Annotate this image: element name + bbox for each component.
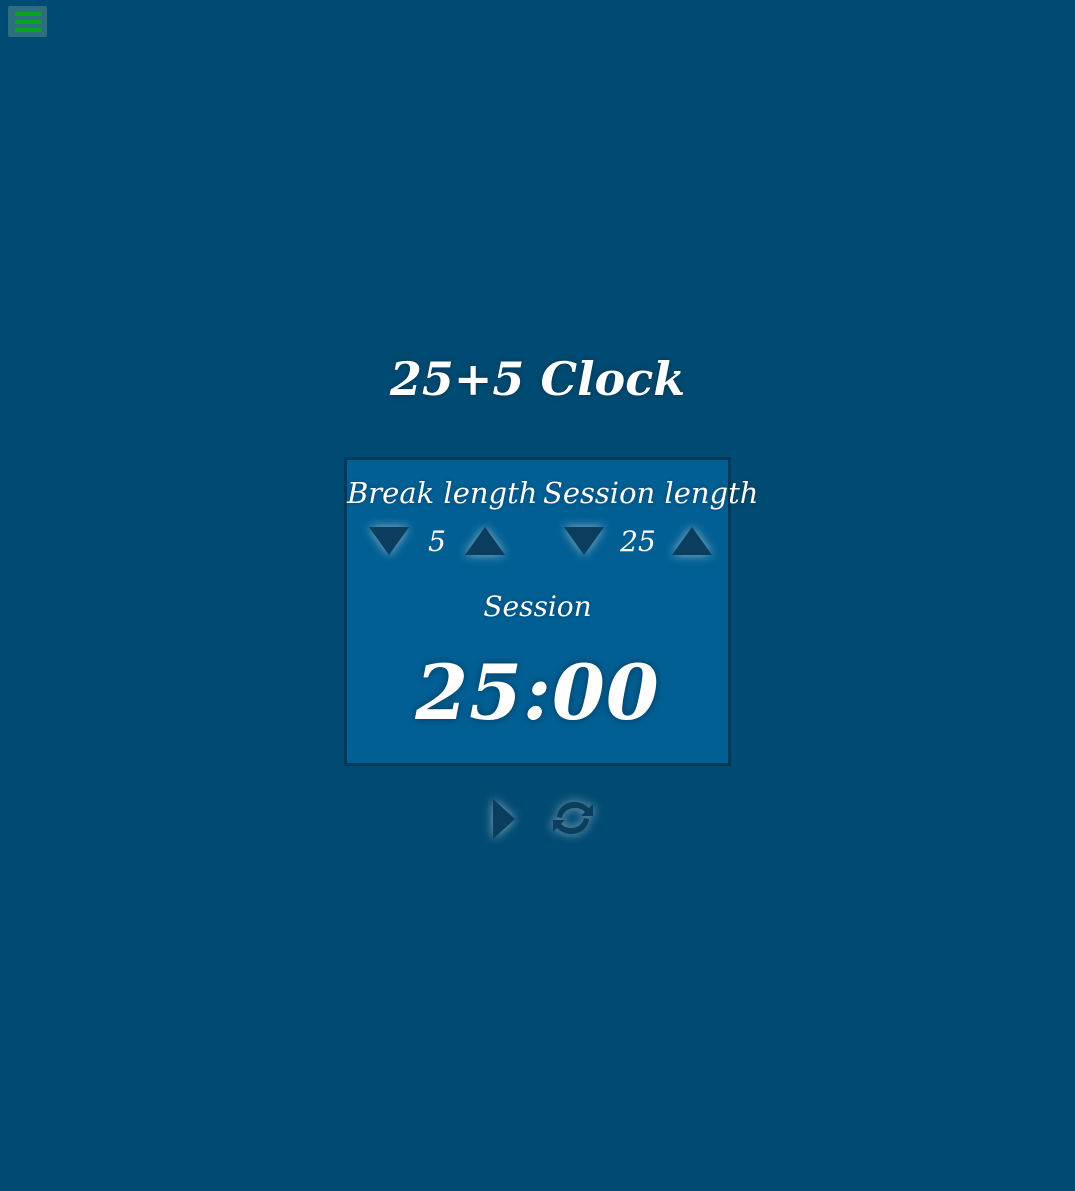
page-title: 25+5 Clock: [389, 352, 686, 406]
triangle-down-icon: [369, 527, 409, 555]
triangle-up-icon: [465, 527, 505, 555]
triangle-up-icon: [671, 527, 712, 555]
hamburger-menu-icon-bar-2: [14, 19, 41, 24]
menu-button[interactable]: [8, 6, 47, 37]
timer-label: Session: [483, 590, 592, 623]
break-decrement-button[interactable]: [367, 524, 411, 558]
break-increment-button[interactable]: [463, 524, 507, 558]
session-label: Session length: [543, 476, 759, 510]
clock-panel: Break length 5 Session length 25 Session…: [344, 457, 759, 766]
break-label: Break length: [347, 476, 538, 510]
break-length-value: 5: [428, 524, 446, 558]
break-row: 5: [347, 524, 527, 558]
play-icon: [493, 799, 515, 839]
session-control: Session length 25: [543, 460, 759, 558]
time-left: 25:00: [415, 648, 660, 737]
session-decrement-button[interactable]: [562, 524, 606, 558]
reset-button[interactable]: [549, 797, 597, 839]
refresh-icon: [553, 801, 593, 835]
session-increment-button[interactable]: [670, 524, 714, 558]
hamburger-menu-icon-bar-3: [14, 27, 41, 32]
session-row: 25: [543, 524, 733, 558]
session-length-value: 25: [620, 524, 656, 558]
start-stop-button[interactable]: [487, 795, 519, 843]
break-control: Break length 5: [347, 460, 538, 558]
hamburger-menu-icon-bar-1: [14, 11, 41, 16]
triangle-down-icon: [564, 527, 605, 555]
